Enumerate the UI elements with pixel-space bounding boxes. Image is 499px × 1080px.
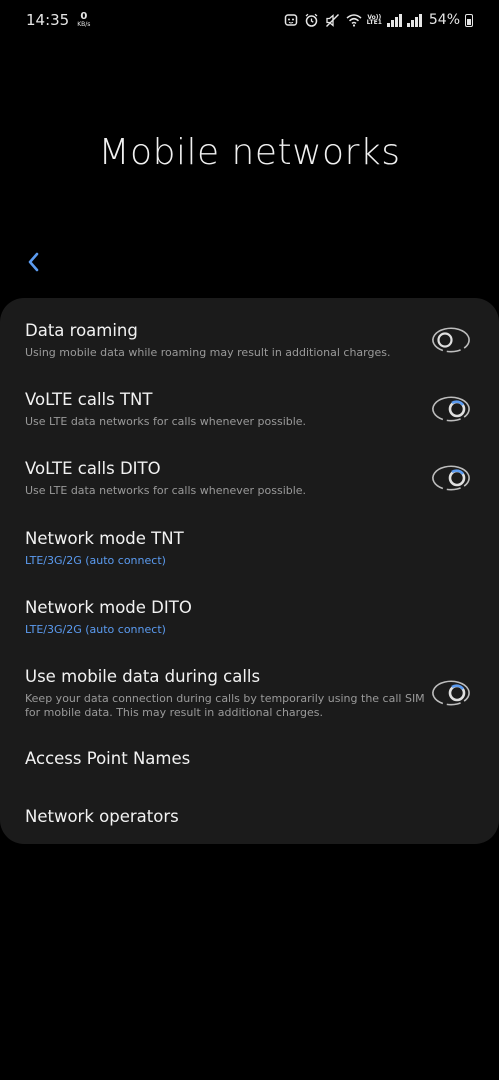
page-title: Mobile networks bbox=[98, 132, 401, 173]
setting-subtitle: Use LTE data networks for calls whenever… bbox=[25, 414, 307, 428]
setting-text: Network mode TNT LTE/3G/2G (auto connect… bbox=[25, 529, 184, 568]
alarm-icon bbox=[304, 12, 320, 28]
setting-network-mode-tnt[interactable]: Network mode TNT LTE/3G/2G (auto connect… bbox=[0, 520, 499, 576]
setting-title: Network operators bbox=[25, 806, 179, 826]
volte-tnt-toggle[interactable] bbox=[429, 387, 473, 431]
data-speed-indicator: 0 KB/s bbox=[77, 12, 90, 28]
setting-text: Network operators bbox=[25, 807, 179, 826]
wifi-icon bbox=[346, 12, 362, 28]
mobile-data-during-calls-toggle[interactable] bbox=[429, 671, 473, 715]
setting-title: Data roaming bbox=[25, 320, 138, 340]
battery-percent: 54% bbox=[428, 12, 460, 28]
screen: 14:35 0 KB/s Vo)) LTE1 54% Mobile networ… bbox=[0, 0, 499, 1080]
battery-icon bbox=[465, 13, 473, 27]
setting-title: Network mode DITO bbox=[25, 597, 192, 617]
setting-text: Network mode DITO LTE/3G/2G (auto connec… bbox=[25, 598, 192, 637]
setting-title: Use mobile data during calls bbox=[25, 666, 261, 686]
data-roaming-toggle[interactable] bbox=[429, 318, 473, 362]
back-button[interactable] bbox=[18, 246, 50, 278]
setting-data-roaming[interactable]: Data roaming Using mobile data while roa… bbox=[0, 312, 499, 368]
chevron-left-icon bbox=[28, 252, 39, 272]
setting-mobile-data-during-calls[interactable]: Use mobile data during calls Keep your d… bbox=[0, 658, 499, 728]
setting-title: VoLTE calls DITO bbox=[25, 458, 161, 478]
data-speed-unit: KB/s bbox=[77, 21, 91, 28]
volte-label-bottom: LTE1 bbox=[366, 19, 382, 26]
setting-title: Access Point Names bbox=[25, 748, 191, 768]
setting-volte-dito[interactable]: VoLTE calls DITO Use LTE data networks f… bbox=[0, 450, 499, 506]
setting-subtitle: Using mobile data while roaming may resu… bbox=[25, 345, 391, 359]
setting-volte-tnt[interactable]: VoLTE calls TNT Use LTE data networks fo… bbox=[0, 381, 499, 437]
status-left: 14:35 0 KB/s bbox=[26, 11, 90, 29]
setting-text: Use mobile data during calls Keep your d… bbox=[25, 667, 425, 720]
face-icon bbox=[283, 12, 299, 28]
setting-network-mode-dito[interactable]: Network mode DITO LTE/3G/2G (auto connec… bbox=[0, 589, 499, 645]
setting-access-point-names[interactable]: Access Point Names bbox=[0, 738, 499, 778]
setting-text: VoLTE calls DITO Use LTE data networks f… bbox=[25, 459, 306, 498]
settings-card: Data roaming Using mobile data while roa… bbox=[0, 298, 499, 844]
setting-title: Network mode TNT bbox=[25, 528, 184, 548]
signal-icon bbox=[406, 13, 422, 27]
status-time: 14:35 bbox=[26, 11, 70, 29]
volte-icon: Vo)) LTE1 bbox=[366, 14, 382, 26]
setting-text: Data roaming Using mobile data while roa… bbox=[25, 321, 390, 360]
setting-subtitle: Keep your data connection during calls b… bbox=[25, 691, 425, 719]
setting-network-operators[interactable]: Network operators bbox=[0, 796, 499, 836]
status-right: Vo)) LTE1 54% bbox=[283, 12, 473, 28]
signal-icon bbox=[386, 13, 402, 27]
mute-icon bbox=[325, 12, 341, 28]
setting-text: Access Point Names bbox=[25, 749, 190, 768]
setting-value: LTE/3G/2G (auto connect) bbox=[25, 553, 166, 567]
setting-subtitle: Use LTE data networks for calls whenever… bbox=[25, 483, 307, 497]
setting-text: VoLTE calls TNT Use LTE data networks fo… bbox=[25, 390, 306, 429]
setting-title: VoLTE calls TNT bbox=[25, 389, 153, 409]
volte-dito-toggle[interactable] bbox=[429, 456, 473, 500]
setting-value: LTE/3G/2G (auto connect) bbox=[25, 622, 166, 636]
status-bar: 14:35 0 KB/s Vo)) LTE1 54% bbox=[0, 0, 499, 40]
